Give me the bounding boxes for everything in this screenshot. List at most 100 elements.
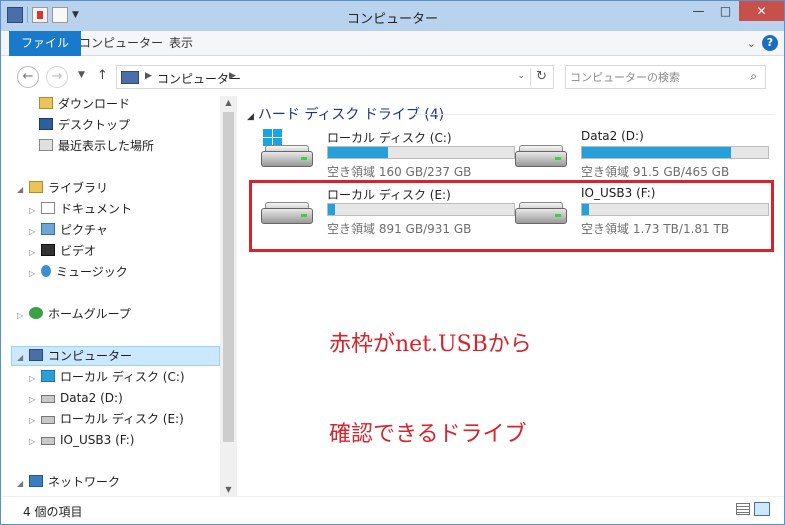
drive-tile-c[interactable]: ローカル ディスク (C:) 空き領域 160 GB/237 GB (251, 129, 515, 179)
group-header-label: ハード ディスク ドライブ (4) (257, 107, 445, 123)
collapse-chevron-icon[interactable]: ◢ (17, 180, 27, 200)
breadcrumb-chevron-icon[interactable]: ▶ (229, 71, 236, 81)
recent-locations-chevron-icon[interactable]: ▼ (78, 70, 85, 80)
nav-item-recent-places[interactable]: 最近表示した場所 (39, 136, 154, 156)
computer-icon (29, 349, 43, 361)
desktop-icon (39, 118, 53, 130)
address-history-chevron-icon[interactable]: ⌄ (517, 71, 525, 81)
help-icon[interactable]: ? (762, 35, 778, 51)
nav-item-label: ピクチャ (60, 223, 108, 237)
nav-item-libraries[interactable]: ◢ ライブラリ (17, 178, 108, 198)
nav-item-pictures[interactable]: ▷ ピクチャ (29, 220, 108, 240)
nav-item-drive-d[interactable]: ▷ Data2 (D:) (29, 388, 123, 408)
expand-chevron-icon[interactable]: ▷ (29, 222, 39, 242)
nav-item-drive-e[interactable]: ▷ ローカル ディスク (E:) (29, 409, 184, 429)
nav-item-homegroup[interactable]: ▷ ホームグループ (17, 304, 131, 324)
hard-drive-icon (41, 395, 55, 403)
address-row: ← → ▼ ↑ ▶ コンピューター ▶ ⌄ ↻ ⌕ (1, 56, 784, 96)
nav-item-label: ドキュメント (60, 202, 133, 216)
group-divider (415, 114, 775, 115)
search-box[interactable]: ⌕ (565, 65, 766, 89)
usage-bar-fill (328, 147, 388, 158)
homegroup-icon (29, 307, 43, 319)
ribbon-tabs: ファイル コンピューター 表示 ⌄ ? (1, 31, 784, 56)
back-button[interactable]: ← (17, 66, 39, 88)
search-icon[interactable]: ⌕ (750, 69, 757, 84)
expand-chevron-icon[interactable]: ▷ (29, 264, 39, 284)
nav-item-label: ローカル ディスク (E:) (60, 412, 184, 426)
nav-item-label: ダウンロード (58, 97, 131, 111)
annotation-line-1: 赤枠がnet.USBから (329, 332, 532, 357)
expand-chevron-icon[interactable]: ▷ (29, 243, 39, 263)
free-space-text: 空き領域 91.5 GB/465 GB (581, 165, 730, 179)
expand-chevron-icon[interactable]: ▷ (29, 369, 39, 389)
hard-drive-icon (261, 145, 313, 167)
address-divider (530, 68, 531, 86)
pictures-icon (41, 223, 55, 235)
free-space-text: 空き領域 160 GB/237 GB (327, 165, 472, 179)
up-button[interactable]: ↑ (97, 68, 108, 83)
close-button[interactable]: ✕ (739, 1, 784, 21)
ribbon-right: ⌄ ? (747, 35, 778, 51)
drive-tile-d[interactable]: Data2 (D:) 空き領域 91.5 GB/465 GB (505, 129, 769, 179)
hard-drive-icon (515, 145, 567, 167)
annotation-text: 赤枠がnet.USBから 確認できるドライブ (329, 270, 532, 510)
maximize-button[interactable]: □ (712, 1, 739, 21)
recent-places-icon (39, 139, 53, 151)
expand-chevron-icon[interactable]: ▷ (29, 411, 39, 431)
nav-item-label: ビデオ (60, 244, 97, 258)
nav-item-drive-c[interactable]: ▷ ローカル ディスク (C:) (29, 367, 185, 387)
nav-scrollbar[interactable]: ▲ ▼ (220, 96, 237, 496)
window-controls: — □ ✕ (685, 1, 784, 21)
tiles-view-icon[interactable] (754, 502, 770, 516)
library-icon (29, 181, 43, 193)
download-folder-icon (39, 97, 53, 109)
nav-item-music[interactable]: ▷ ミュージック (29, 262, 128, 282)
expand-chevron-icon[interactable]: ▷ (17, 306, 27, 326)
group-collapse-chevron-icon[interactable]: ◢ (247, 112, 254, 122)
refresh-icon[interactable]: ↻ (536, 69, 547, 84)
nav-item-desktop[interactable]: デスクトップ (39, 115, 130, 135)
address-bar[interactable]: ▶ コンピューター ▶ ⌄ ↻ (116, 65, 554, 89)
nav-item-label: 最近表示した場所 (58, 139, 155, 153)
minimize-button[interactable]: — (685, 1, 712, 21)
documents-icon (41, 202, 55, 214)
nav-item-label: ネットワーク (48, 475, 121, 489)
collapse-chevron-icon[interactable]: ◢ (17, 474, 27, 494)
collapse-chevron-icon[interactable]: ◢ (17, 348, 27, 368)
content-pane: ◢ ハード ディスク ドライブ (4) ローカル ディスク (C:) 空き領域 1… (237, 96, 784, 496)
scroll-up-icon[interactable]: ▲ (220, 98, 237, 107)
computer-icon (121, 71, 139, 84)
nav-item-label: ローカル ディスク (C:) (60, 370, 185, 384)
nav-item-computer[interactable]: ◢ コンピューター (17, 346, 132, 366)
scroll-down-icon[interactable]: ▼ (220, 485, 237, 494)
nav-item-drive-f[interactable]: ▷ IO_USB3 (F:) (29, 430, 134, 450)
usage-bar-fill (582, 147, 731, 158)
nav-item-documents[interactable]: ▷ ドキュメント (29, 199, 132, 219)
nav-item-label: ホームグループ (48, 307, 131, 321)
expand-chevron-icon[interactable]: ▷ (29, 390, 39, 410)
nav-item-downloads[interactable]: ダウンロード (39, 94, 130, 114)
usage-bar (327, 146, 515, 159)
expand-chevron-icon[interactable]: ▷ (29, 201, 39, 221)
nav-item-label: コンピューター (48, 349, 133, 363)
window-title: コンピューター (346, 12, 438, 27)
nav-item-videos[interactable]: ▷ ビデオ (29, 241, 96, 261)
navigation-pane: ダウンロード デスクトップ 最近表示した場所 ◢ ライブラリ ▷ ドキュメント ▷ ピ… (1, 96, 237, 496)
expand-ribbon-chevron-icon[interactable]: ⌄ (747, 37, 756, 50)
os-drive-icon (41, 370, 55, 382)
breadcrumb-chevron-icon[interactable]: ▶ (145, 71, 152, 81)
annotation-red-box (249, 180, 774, 252)
item-count: 4 個の項目 (23, 505, 83, 519)
search-input[interactable] (570, 68, 740, 86)
nav-item-label: デスクトップ (58, 118, 131, 132)
hard-drive-icon (41, 416, 55, 424)
tab-view[interactable]: 表示 (157, 31, 205, 56)
scroll-thumb[interactable] (223, 112, 234, 442)
videos-icon (41, 244, 55, 256)
forward-button[interactable]: → (46, 66, 68, 88)
title-bar: ▼ コンピューター — □ ✕ (1, 1, 784, 31)
details-view-icon[interactable] (736, 503, 750, 515)
nav-item-network[interactable]: ◢ ネットワーク (17, 472, 120, 492)
expand-chevron-icon[interactable]: ▷ (29, 432, 39, 452)
